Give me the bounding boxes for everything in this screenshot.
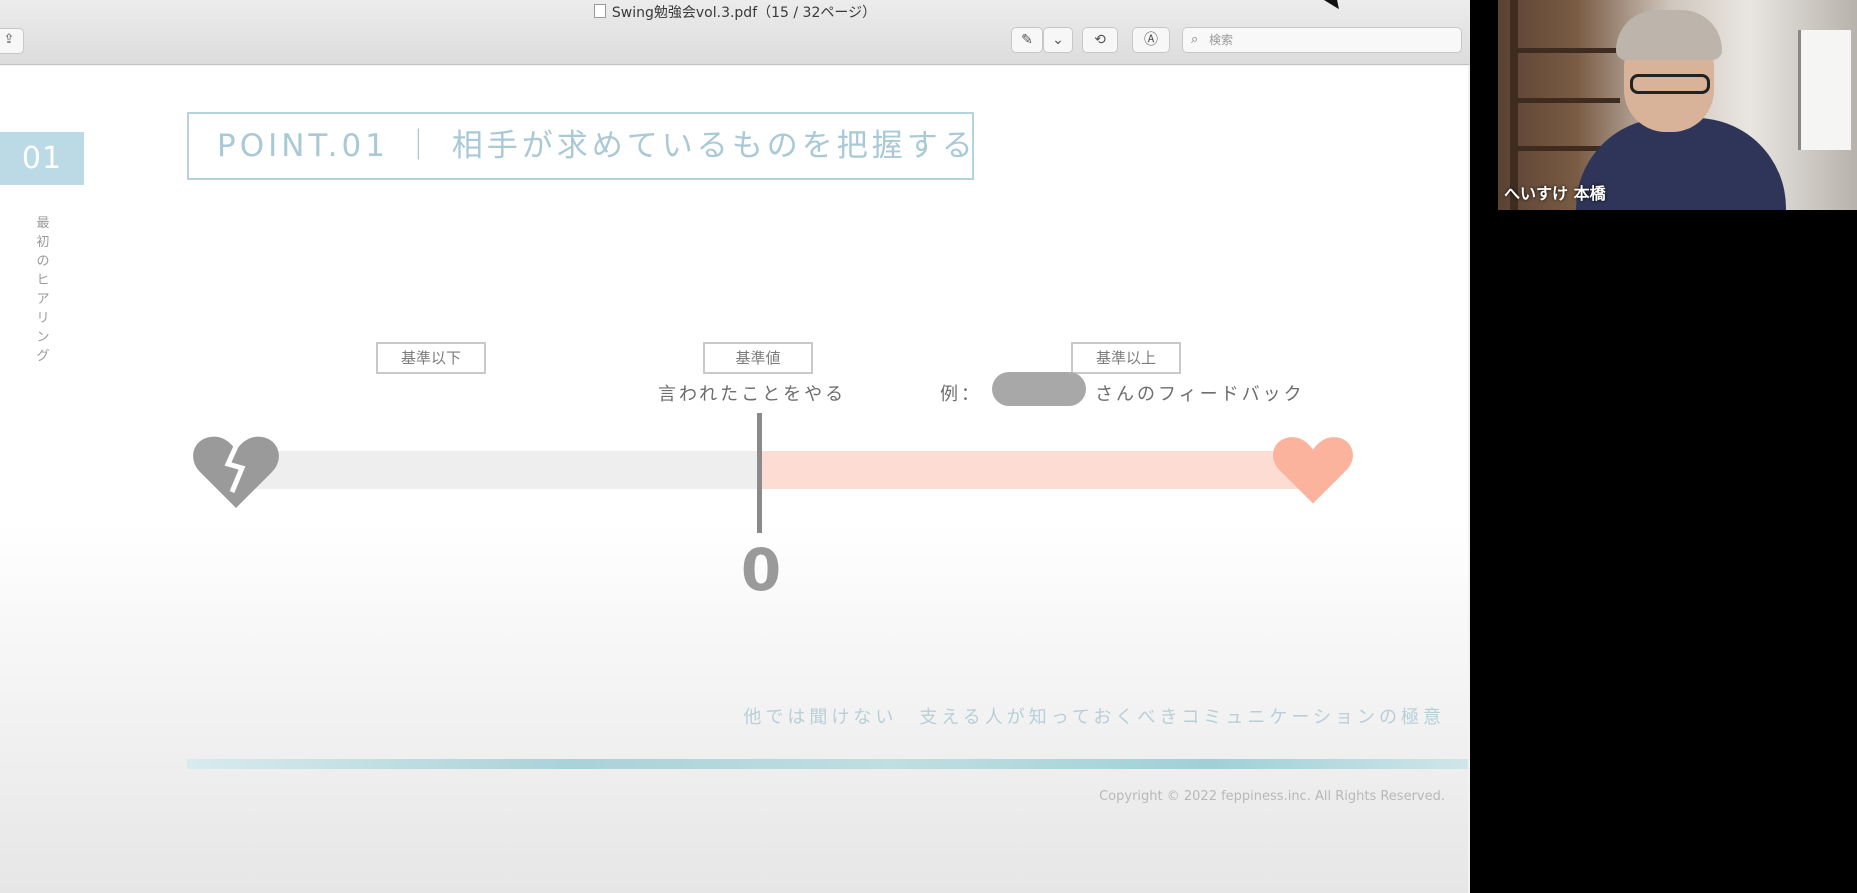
search-input[interactable]: ⌕ 検索 <box>1182 27 1462 53</box>
participant-video-tile[interactable]: へいすけ 本橋 <box>1498 0 1857 210</box>
caption-baseline: 言われたことをやる <box>658 384 847 405</box>
redaction-blur <box>992 372 1086 406</box>
share-button[interactable]: ⇪ <box>0 28 24 54</box>
bookshelf-shelf <box>1510 48 1620 53</box>
zero-value: 0 <box>740 536 782 604</box>
caption-above-suffix: さんのフィードバック <box>1095 384 1305 405</box>
rotate-button[interactable]: ⟲ <box>1082 27 1118 53</box>
background-window <box>1798 30 1851 150</box>
tag-below-standard: 基準以下 <box>376 342 486 374</box>
participant-hair <box>1616 10 1722 60</box>
highlight-button[interactable]: ✎ <box>1011 27 1043 53</box>
baseline-marker <box>757 413 762 533</box>
search-placeholder: 検索 <box>1209 33 1234 47</box>
scale-bar-above <box>760 451 1305 489</box>
bookshelf-post <box>1510 0 1518 210</box>
markup-button[interactable]: Ⓐ <box>1132 27 1170 53</box>
chevron-down-icon: ⌄ <box>1052 32 1064 48</box>
pdf-page: 01 最初のヒアリング POINT.01 ｜ 相手が求めているものを把握する 基… <box>0 66 1468 893</box>
copyright-text: Copyright © 2022 feppiness.inc. All Righ… <box>1099 789 1445 804</box>
title-bar: Swing勉強会vol.3.pdf（15 / 32ページ） ⇪ ✎ ⌄ ⟲ Ⓐ … <box>0 0 1470 65</box>
tag-above-standard: 基準以上 <box>1071 342 1181 374</box>
share-icon: ⇪ <box>3 32 15 47</box>
window-title-text: Swing勉強会vol.3.pdf（15 / 32ページ） <box>611 5 877 21</box>
caption-above-prefix: 例： <box>940 384 982 405</box>
window-title: Swing勉強会vol.3.pdf（15 / 32ページ） <box>0 2 1470 22</box>
tag-baseline: 基準値 <box>703 342 813 374</box>
participant-name: へいすけ 本橋 <box>1504 184 1606 203</box>
pdf-viewer-window: Swing勉強会vol.3.pdf（15 / 32ページ） ⇪ ✎ ⌄ ⟲ Ⓐ … <box>0 0 1470 893</box>
bookshelf-shelf <box>1510 98 1620 103</box>
point-title: POINT.01 ｜ 相手が求めているものを把握する <box>187 112 974 180</box>
document-icon <box>593 4 606 18</box>
markup-icon: Ⓐ <box>1144 32 1158 48</box>
pen-icon: ✎ <box>1021 32 1033 48</box>
section-number: 01 <box>0 132 84 185</box>
search-icon: ⌕ <box>1191 32 1199 47</box>
participant-body <box>1576 118 1786 210</box>
participant-glasses <box>1630 74 1710 94</box>
highlight-menu-button[interactable]: ⌄ <box>1043 27 1073 53</box>
footer-divider <box>187 759 1468 769</box>
rotate-icon: ⟲ <box>1094 32 1106 48</box>
slide-tagline: 他では聞けない 支える人が知っておくべきコミュニケーションの極意 <box>743 707 1445 728</box>
heart-icon <box>1273 437 1353 504</box>
scale-bar-below <box>240 451 760 489</box>
broken-heart-icon <box>193 436 279 508</box>
section-vertical-label: 最初のヒアリング <box>36 216 52 364</box>
